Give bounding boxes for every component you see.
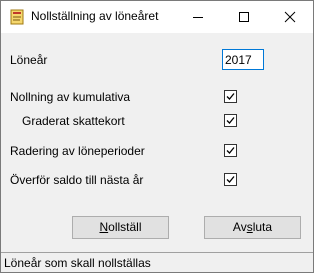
close-button[interactable] [267,1,313,33]
minimize-button[interactable] [175,1,221,33]
checkmark-icon [226,147,235,154]
exit-label-post: luta [252,220,273,234]
option-label-transfer-balance: Överför saldo till nästa år [10,173,144,187]
checkmark-icon [226,176,235,183]
checkmark-icon [226,117,235,124]
reset-button[interactable]: Nollställ [72,216,169,239]
status-bar: Löneår som skall nollställas [1,252,313,272]
checkbox-tax-card[interactable] [224,114,237,127]
exit-button[interactable]: Avsluta [204,216,301,239]
app-icon[interactable] [9,9,25,25]
option-label-delete-periods: Radering av löneperioder [10,144,145,158]
minimize-icon [193,17,203,18]
close-icon [284,11,296,23]
title-bar[interactable]: Nollställning av löneåret [1,1,313,33]
maximize-icon [239,12,249,22]
option-label-tax-card: Graderat skattekort [22,114,125,128]
dialog-window: Nollställning av löneåret Löneår Nollnin… [0,0,314,273]
checkbox-cumulative[interactable] [224,90,237,103]
window-title: Nollställning av löneåret [31,9,159,23]
option-label-cumulative: Nollning av kumulativa [10,90,131,104]
checkbox-transfer-balance[interactable] [224,173,237,186]
year-label: Löneår [10,53,48,67]
status-text: Löneår som skall nollställas [4,256,151,270]
reset-label: ollställ [108,220,142,234]
reset-mnemonic: N [99,220,109,234]
checkmark-icon [226,93,235,100]
checkbox-delete-periods[interactable] [224,144,237,157]
exit-label-pre: Av [232,220,247,234]
year-input[interactable] [222,49,264,70]
maximize-button[interactable] [221,1,267,33]
